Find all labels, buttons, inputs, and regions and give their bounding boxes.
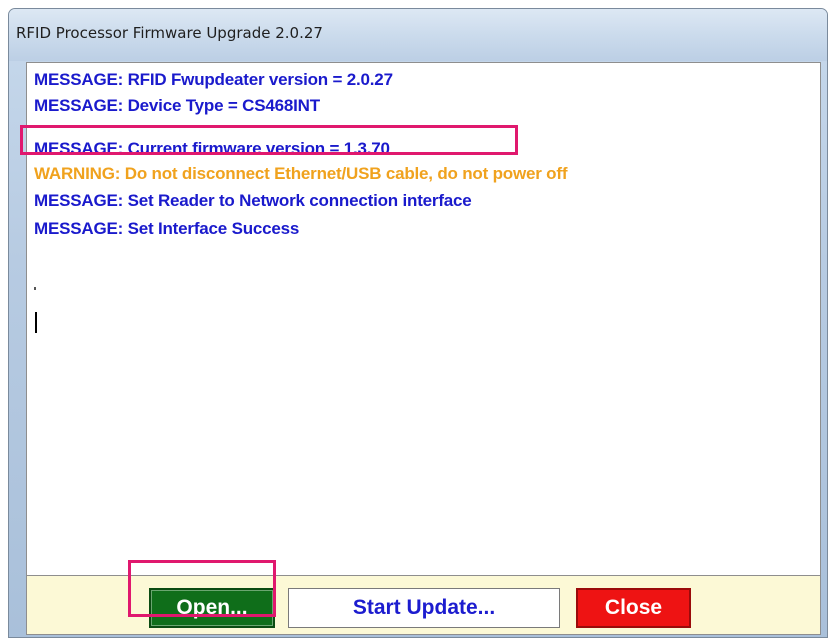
log-line-device-type: MESSAGE: Device Type = CS468INT (34, 96, 320, 115)
stray-mark (34, 287, 36, 290)
window-title: RFID Processor Firmware Upgrade 2.0.27 (16, 24, 323, 42)
open-button[interactable]: Open... (149, 588, 275, 628)
button-bar: Open... Start Update... Close (26, 576, 821, 635)
message-log[interactable]: MESSAGE: RFID Fwupdeater version = 2.0.2… (26, 62, 821, 576)
close-button[interactable]: Close (576, 588, 691, 628)
start-update-button[interactable]: Start Update... (288, 588, 560, 628)
log-line-warning: WARNING: Do not disconnect Ethernet/USB … (34, 164, 568, 183)
text-caret (35, 312, 37, 333)
title-bar[interactable]: RFID Processor Firmware Upgrade 2.0.27 (9, 9, 827, 61)
log-line-current-firmware-version: MESSAGE: Current firmware version = 1.3.… (34, 139, 390, 158)
log-line-set-reader-interface: MESSAGE: Set Reader to Network connectio… (34, 191, 472, 210)
firmware-upgrade-window: RFID Processor Firmware Upgrade 2.0.27 M… (8, 8, 828, 638)
log-line-fwupdater-version: MESSAGE: RFID Fwupdeater version = 2.0.2… (34, 70, 393, 89)
log-line-set-interface-success: MESSAGE: Set Interface Success (34, 219, 300, 238)
